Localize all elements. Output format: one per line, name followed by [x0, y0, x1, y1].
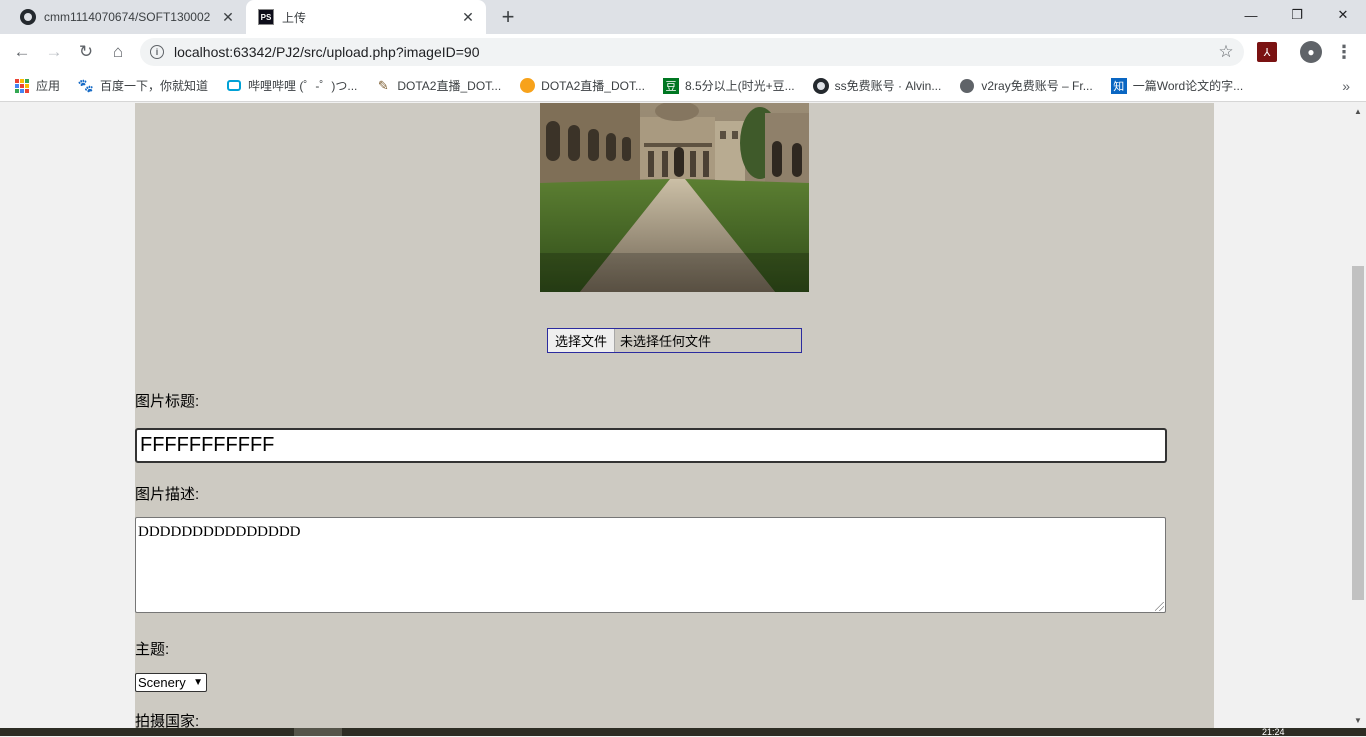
baidu-icon: 🐾: [77, 77, 95, 93]
bookmarks-bar: 应用 🐾 百度一下，你就知道 哔哩哔哩 (゜-゜)つ... ✎ DOTA2直播_…: [0, 70, 1366, 102]
page-scrollbar[interactable]: ▲ ▼: [1350, 103, 1366, 728]
reload-icon[interactable]: ↻: [72, 38, 100, 66]
bookmark-label: 8.5分以上(时光+豆...: [684, 79, 795, 93]
bookmark-label: 应用: [36, 79, 61, 93]
file-status: 未选择任何文件: [620, 334, 712, 349]
address-bar[interactable]: i localhost:63342/PJ2/src/upload.php?ima…: [140, 38, 1244, 66]
title-input[interactable]: FFFFFFFFFFF: [135, 428, 1167, 463]
acrobat-extension-icon[interactable]: ⅄: [1257, 42, 1277, 62]
bookmark-v2ray[interactable]: v2ray免费账号 – Fr...: [959, 77, 1093, 94]
description-textarea[interactable]: DDDDDDDDDDDDDDD: [135, 517, 1166, 613]
menu-icon[interactable]: ⋮: [1334, 40, 1354, 64]
home-icon[interactable]: ⌂: [104, 38, 132, 66]
tab-title: 上传: [282, 10, 307, 25]
close-window-icon[interactable]: ✕: [1320, 0, 1366, 30]
uploaded-photo: [540, 103, 809, 292]
bookmark-label: DOTA2直播_DOT...: [541, 79, 645, 93]
info-icon[interactable]: i: [150, 45, 164, 59]
theme-selected-value: Scenery: [138, 675, 186, 690]
github-icon: [20, 9, 36, 25]
close-icon[interactable]: ✕: [456, 5, 480, 29]
globe-icon: [959, 78, 975, 94]
bookmark-label: ss免费账号 · Alvin...: [834, 79, 942, 93]
minimize-icon[interactable]: —: [1228, 0, 1274, 30]
description-text: DDDDDDDDDDDDDDD: [138, 524, 301, 540]
forward-icon[interactable]: →: [40, 38, 68, 66]
phpstorm-icon: PS: [258, 9, 274, 25]
tab-github[interactable]: cmm1114070674/SOFT130002 ✕: [8, 0, 246, 34]
back-icon[interactable]: ←: [8, 38, 36, 66]
choose-file-button[interactable]: 选择文件: [548, 329, 616, 352]
bookmark-label: DOTA2直播_DOT...: [397, 79, 502, 93]
tab-upload[interactable]: PS 上传 ✕: [246, 0, 486, 34]
title-label: 图片标题:: [135, 393, 200, 410]
scrollbar-thumb[interactable]: [1352, 266, 1364, 600]
bookmark-label: v2ray免费账号 – Fr...: [981, 79, 1093, 93]
page-viewport: 选择文件 未选择任何文件 图片标题: FFFFFFFFFFF 图片描述: DDD…: [0, 103, 1350, 728]
new-tab-icon[interactable]: +: [496, 4, 520, 29]
bookmark-dota-1[interactable]: ✎ DOTA2直播_DOT...: [375, 77, 501, 94]
chevron-down-icon: ▼: [193, 677, 203, 688]
apps-icon: [14, 78, 30, 94]
douban-icon: 豆: [662, 77, 679, 94]
bookmark-douban[interactable]: 豆 8.5分以上(时光+豆...: [662, 77, 795, 94]
country-label: 拍摄国家:: [135, 713, 200, 728]
bookmark-star-icon[interactable]: ☆: [1214, 40, 1238, 64]
bilibili-icon: [226, 78, 242, 94]
bookmark-label: 百度一下，你就知道: [100, 79, 209, 93]
scroll-up-icon[interactable]: ▲: [1350, 103, 1366, 119]
bookmark-apps[interactable]: 应用: [14, 77, 60, 94]
resize-grip-icon[interactable]: [1155, 602, 1164, 611]
close-icon[interactable]: ✕: [216, 5, 240, 29]
theme-select[interactable]: Scenery ▼: [135, 673, 207, 692]
upload-form-area: 选择文件 未选择任何文件 图片标题: FFFFFFFFFFF 图片描述: DDD…: [135, 103, 1214, 728]
theme-label: 主题:: [135, 641, 170, 658]
douyu-icon: [519, 78, 535, 94]
bookmark-ss[interactable]: ss免费账号 · Alvin...: [812, 77, 942, 94]
browser-toolbar: ← → ↻ ⌂ i localhost:63342/PJ2/src/upload…: [0, 34, 1366, 70]
bookmark-dota-2[interactable]: DOTA2直播_DOT...: [519, 77, 645, 94]
bookmark-baidu[interactable]: 🐾 百度一下，你就知道: [78, 77, 208, 94]
bookmark-label: 哔哩哔哩 (゜-゜)つ...: [248, 79, 358, 93]
scroll-down-icon[interactable]: ▼: [1350, 712, 1366, 728]
bookmark-zhihu[interactable]: 知 一篇Word论文的字...: [1110, 77, 1244, 94]
profile-avatar-icon[interactable]: ●: [1300, 41, 1322, 63]
bookmark-bilibili[interactable]: 哔哩哔哩 (゜-゜)つ...: [226, 77, 357, 94]
github-icon: [812, 77, 829, 94]
zhihu-icon: 知: [1110, 77, 1127, 94]
more-bookmarks-icon[interactable]: »: [1342, 78, 1350, 94]
description-label: 图片描述:: [135, 486, 200, 503]
tab-strip: cmm1114070674/SOFT130002 ✕ PS 上传 ✕ + — ❐…: [0, 0, 1366, 34]
os-taskbar: 21:24: [0, 728, 1366, 737]
tab-title: cmm1114070674/SOFT130002: [44, 10, 211, 24]
restore-icon[interactable]: ❐: [1274, 0, 1320, 30]
file-input[interactable]: 选择文件 未选择任何文件: [547, 328, 802, 353]
bookmark-label: 一篇Word论文的字...: [1132, 79, 1244, 93]
dota-icon: ✎: [377, 77, 389, 93]
url-text[interactable]: localhost:63342/PJ2/src/upload.php?image…: [174, 44, 1214, 60]
taskbar-app[interactable]: [294, 728, 342, 736]
